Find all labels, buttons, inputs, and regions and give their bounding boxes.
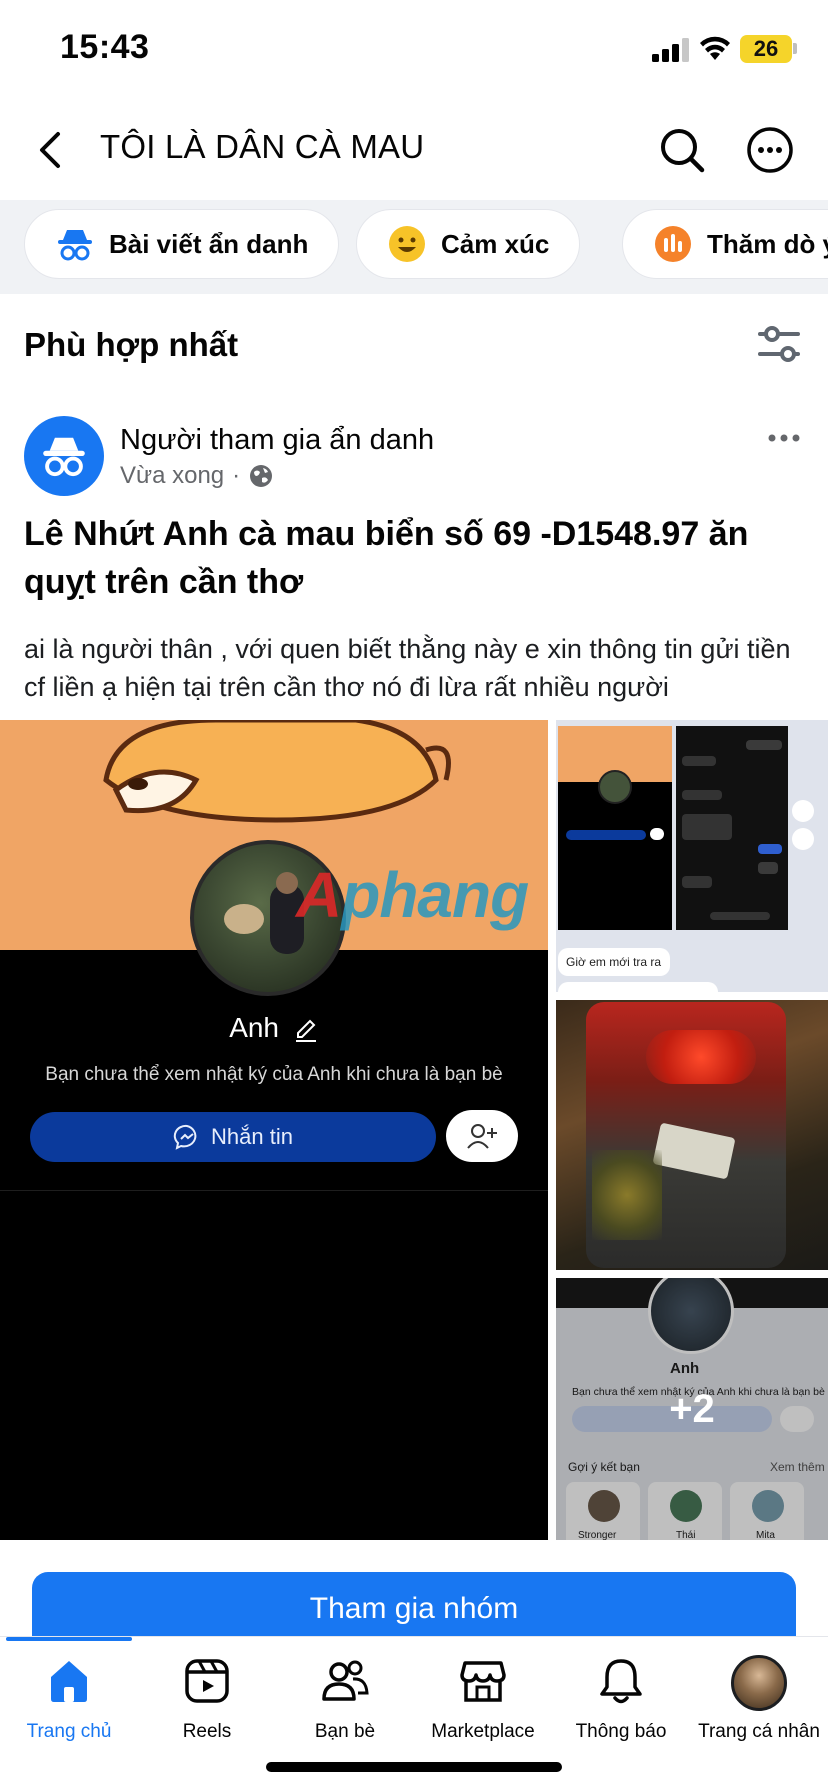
post-title: Lê Nhứt Anh cà mau biển số 69 -D1548.97 …	[24, 515, 749, 601]
active-tab-indicator	[6, 1637, 132, 1641]
profile-name: Anh	[229, 1012, 280, 1043]
battery-level: 26	[753, 36, 779, 61]
profile-name-line: Anh	[0, 1012, 548, 1044]
foliage	[592, 1150, 662, 1240]
nav-home[interactable]: Trang chủ	[0, 1655, 138, 1743]
tail-light	[646, 1030, 756, 1084]
sort-label[interactable]: Phù hợp nhất	[24, 326, 238, 364]
friends-icon	[322, 1660, 369, 1701]
home-icon	[51, 1661, 87, 1702]
anonymous-icon	[58, 230, 92, 261]
globe-icon	[250, 465, 273, 487]
post-body: ai là người thân , với quen biết thằng n…	[24, 634, 791, 702]
message-button-image: Nhắn tin	[30, 1112, 436, 1162]
add-friend-image	[446, 1110, 518, 1162]
reply-text: Giờ em mới tra ra	[566, 955, 662, 969]
watermark-text: Aphang	[296, 859, 529, 931]
chip-anonymous-post[interactable]: Bài viết ẩn danh	[24, 209, 340, 279]
more-photos-overlay[interactable]: +2	[556, 1278, 828, 1540]
post-meta: Vừa xong ·	[120, 462, 274, 490]
chip-label: Cảm xúc	[441, 228, 550, 259]
post-time[interactable]: Vừa xong	[120, 462, 224, 490]
more-photos-count: +2	[669, 1386, 715, 1431]
post-author[interactable]: Người tham gia ẩn danh	[120, 424, 434, 457]
marketplace-icon	[460, 1661, 506, 1702]
anonymous-avatar[interactable]	[24, 416, 104, 496]
reply-bubble: Giờ em mới tra ra	[558, 948, 670, 976]
nav-label: Marketplace	[431, 1721, 535, 1742]
chip-label: Bài viết ẩn danh	[109, 228, 309, 259]
nav-friends[interactable]: Bạn bè	[276, 1655, 414, 1743]
profile-note: Bạn chưa thể xem nhật ký của Anh khi chư…	[45, 1064, 503, 1085]
back-icon[interactable]	[28, 122, 72, 178]
group-header: TÔI LÀ DÂN CÀ MAU	[0, 100, 828, 200]
more-options-icon[interactable]	[744, 124, 796, 176]
post-photo-main[interactable]: Aphang Anh Bạn chưa thể xem nhật ký của …	[0, 720, 548, 1540]
message-button-label: Nhắn tin	[211, 1124, 293, 1149]
post-options-icon[interactable]	[764, 420, 804, 456]
screenshot-chat-panel	[676, 726, 788, 930]
add-friend-icon	[467, 1124, 497, 1149]
nav-label: Trang chủ	[26, 1721, 112, 1742]
filter-sliders-icon[interactable]	[756, 324, 802, 364]
post-photo-3[interactable]	[556, 1000, 828, 1270]
anonymous-icon	[43, 437, 85, 477]
status-bar: 15:43 26	[0, 0, 828, 100]
bell-icon	[600, 1659, 642, 1704]
join-group-button[interactable]: Tham gia nhóm	[32, 1572, 796, 1646]
home-indicator	[266, 1762, 562, 1772]
divider	[0, 1190, 548, 1191]
chip-poll[interactable]: Thăm dò ý	[622, 209, 828, 279]
nav-notifications[interactable]: Thông báo	[552, 1655, 690, 1743]
cellular-signal-icon	[652, 38, 689, 62]
emoji-icon	[389, 226, 425, 262]
wifi-icon	[700, 36, 730, 60]
reels-icon	[185, 1659, 229, 1703]
screenshot-left-panel	[558, 726, 672, 930]
chip-feeling[interactable]: Cảm xúc	[356, 209, 581, 279]
shiba-cover-illustration	[103, 720, 451, 823]
reply-bubble-next	[558, 982, 718, 992]
status-time: 15:43	[60, 28, 150, 66]
post-photo-2[interactable]: Giờ em mới tra ra	[556, 720, 828, 992]
nav-marketplace[interactable]: Marketplace	[414, 1655, 552, 1743]
nav-reels[interactable]: Reels	[138, 1655, 276, 1743]
chip-label: Thăm dò ý	[707, 228, 828, 259]
messenger-icon	[173, 1124, 197, 1150]
post-type-chips: Bài viết ẩn danh Cảm xúc Thăm dò ý	[0, 200, 828, 294]
battery-nub	[793, 43, 797, 54]
meta-separator: ·	[232, 462, 241, 489]
poll-icon	[655, 226, 691, 262]
nav-label: Bạn bè	[314, 1721, 376, 1742]
options-bubble	[792, 828, 814, 850]
pencil-icon	[295, 1019, 316, 1042]
group-title[interactable]: TÔI LÀ DÂN CÀ MAU	[100, 128, 424, 166]
post-photo-4[interactable]: Anh Bạn chưa thể xem nhật ký của Anh khi…	[556, 1278, 828, 1540]
nav-label: Reels	[182, 1721, 232, 1742]
nav-label: Thông báo	[575, 1721, 667, 1742]
battery-indicator: 26	[740, 35, 792, 63]
nav-label: Trang cá nhân	[698, 1721, 820, 1742]
profile-avatar	[731, 1655, 787, 1711]
search-icon[interactable]	[656, 124, 708, 176]
nav-profile[interactable]: Trang cá nhân	[690, 1655, 828, 1743]
share-bubble	[792, 800, 814, 822]
